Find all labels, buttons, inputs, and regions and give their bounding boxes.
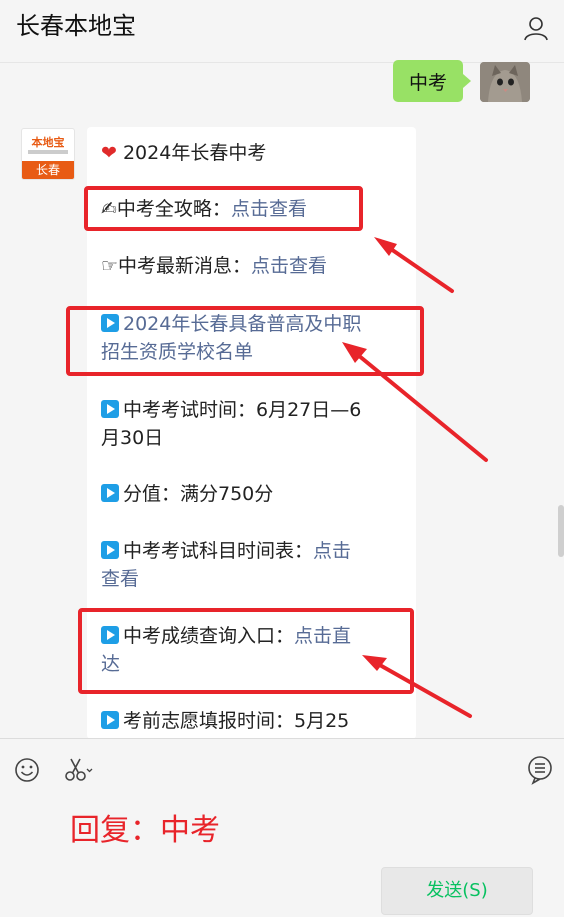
- arrow-results: [376, 662, 472, 718]
- reply-hint-text: 回复：中考: [70, 813, 220, 848]
- emoji-icon[interactable]: [14, 757, 40, 783]
- scrollbar[interactable]: [558, 505, 564, 557]
- arrow-schools: [356, 353, 488, 462]
- send-button[interactable]: 发送(S): [381, 867, 533, 915]
- arrow-guide: [386, 245, 454, 293]
- input-area: 回复：中考 发送(S): [0, 738, 564, 917]
- chat-history-icon[interactable]: [526, 755, 554, 785]
- scissors-icon[interactable]: [64, 757, 94, 783]
